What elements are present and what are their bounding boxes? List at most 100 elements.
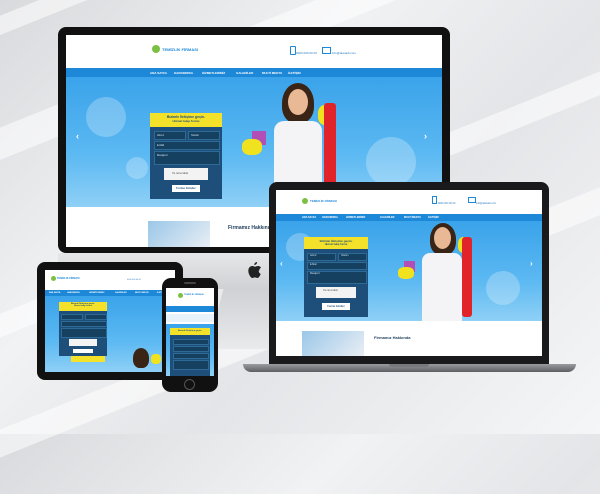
- mobile-menu-bar[interactable]: [166, 306, 214, 312]
- phone-icon: [432, 196, 437, 204]
- slider-prev-arrow[interactable]: ‹: [76, 131, 79, 141]
- glove-image: [242, 139, 262, 155]
- logo-icon: [152, 45, 160, 53]
- message-field[interactable]: Mesajınız: [307, 271, 367, 284]
- nav-item-home[interactable]: ANA SAYFA: [150, 71, 167, 75]
- site-header: TEMİZLİK FİRMASI: [166, 288, 214, 304]
- contact-form: Bizimle İletişime geçin. Hizmet talep fo…: [59, 302, 107, 356]
- site-logo[interactable]: TEMİZLİK FİRMASI: [57, 277, 80, 280]
- nav-item-services[interactable]: HİZMETLERİMİZ: [89, 292, 104, 294]
- nav-item-services[interactable]: HİZMETLERİMİZ: [202, 71, 225, 75]
- nav-item-about[interactable]: HAKKIMIZDA: [67, 292, 80, 294]
- laptop-notch: [389, 364, 429, 367]
- slider-prev-arrow[interactable]: ‹: [280, 259, 283, 268]
- nav-item-home[interactable]: ANA SAYFA: [49, 292, 60, 294]
- nav-item-contact[interactable]: İLETİŞİM: [428, 216, 439, 219]
- envelope-icon: [322, 47, 331, 54]
- contact-form: Bizimle İletişime geçin. Hizmet talep fo…: [304, 237, 368, 317]
- phone-field[interactable]: [173, 346, 209, 352]
- header-phone[interactable]: 0000 000 00 00: [127, 279, 141, 281]
- about-section: Firmamız Hakkında: [276, 321, 542, 356]
- header-email[interactable]: info@alanadi.com: [332, 51, 356, 55]
- nav-item-gallery[interactable]: GALERİLER: [115, 292, 127, 294]
- hero-slider: ‹ › Bizimle İletişime geçin. Hizmet tale…: [276, 221, 542, 321]
- phone-home-button[interactable]: [184, 379, 195, 390]
- slider-next-arrow[interactable]: ›: [424, 131, 427, 141]
- email-field[interactable]: E-Mail: [307, 262, 367, 270]
- name-field[interactable]: Adınız: [154, 131, 186, 140]
- bottle-image: [462, 237, 472, 317]
- nav-item-contact[interactable]: İLETİŞİM: [288, 71, 301, 75]
- site-logo[interactable]: TEMİZLİK FİRMASI: [162, 47, 198, 52]
- name-field[interactable]: [173, 339, 209, 345]
- header-email[interactable]: info@alanadi.com: [476, 202, 496, 205]
- submit-button[interactable]: [73, 349, 93, 353]
- nav-item-about[interactable]: HAKKIMIZDA: [322, 216, 338, 219]
- glove-image: [151, 354, 161, 364]
- mobile-info-bar: [166, 314, 214, 322]
- model-hair: [133, 348, 149, 368]
- contact-form: Bizimle İletişime geçin. Hizmet talep fo…: [150, 113, 222, 199]
- site-logo[interactable]: TEMİZLİK FİRMASI: [184, 294, 204, 296]
- header-phone[interactable]: 0000 000 00 00: [438, 202, 455, 205]
- form-header: Bizimle İletişime geçin. Hizmet talep fo…: [150, 113, 222, 127]
- header-phone[interactable]: 0000 000 00 00: [296, 51, 317, 55]
- name-field[interactable]: Adınız: [307, 253, 336, 261]
- form-subtitle: Hizmet talep formu: [73, 305, 92, 307]
- message-field[interactable]: Mesajınız: [154, 151, 220, 165]
- slider-next-arrow[interactable]: ›: [530, 259, 533, 268]
- about-title: Firmamız Hakkında: [374, 335, 411, 340]
- email-field[interactable]: [61, 321, 107, 327]
- model-face: [434, 227, 451, 249]
- hero-slider: Bizimle İletişime geçin.: [166, 324, 214, 376]
- form-title: Bizimle İletişime geçin.: [178, 330, 202, 332]
- phone-field[interactable]: Telefon: [188, 131, 220, 140]
- nav-item-media[interactable]: MULTİ MEDYA: [135, 292, 149, 294]
- name-field[interactable]: [61, 314, 83, 320]
- site-logo[interactable]: TEMİZLİK FİRMASI: [310, 199, 337, 203]
- nav-item-media[interactable]: MULTİ MEDYA: [404, 216, 421, 219]
- main-nav: ANA SAYFA HAKKIMIZDA HİZMETLERİMİZ GALER…: [276, 214, 542, 221]
- form-subtitle: Hizmet talep formu: [172, 119, 200, 123]
- captcha-box[interactable]: I'm not a robot: [164, 168, 208, 180]
- contact-form: [170, 335, 210, 376]
- laptop-device: TEMİZLİK FİRMASI 0000 000 00 00 info@ala…: [243, 182, 576, 372]
- submit-button[interactable]: Formu Gönder: [172, 185, 200, 192]
- email-field[interactable]: E-Mail: [154, 141, 220, 150]
- bubble: [486, 271, 520, 305]
- nav-item-services[interactable]: HİZMETLERİMİZ: [346, 216, 365, 219]
- glove-image: [398, 267, 414, 279]
- nav-item-media[interactable]: MULTİ MEDYA: [262, 71, 282, 75]
- hero-slider: Bizimle İletişime geçin. Hizmet talep fo…: [45, 296, 175, 372]
- phone-speaker: [184, 282, 196, 284]
- nav-item-gallery[interactable]: GALERİLER: [236, 71, 253, 75]
- laptop-screen: TEMİZLİK FİRMASI 0000 000 00 00 info@ala…: [276, 190, 542, 356]
- tablet-screen: TEMİZLİK FİRMASI 0000 000 00 00 ANA SAYF…: [45, 270, 175, 372]
- phone-field[interactable]: Telefon: [338, 253, 367, 261]
- nav-item-gallery[interactable]: GALERİLER: [380, 216, 394, 219]
- bubble: [86, 97, 126, 137]
- phone-screen: TEMİZLİK FİRMASI Bizimle İletişime geçin…: [166, 288, 214, 376]
- nav-item-home[interactable]: ANA SAYFA: [302, 216, 316, 219]
- main-nav: ANA SAYFA HAKKIMIZDA HİZMETLERİMİZ GALER…: [66, 68, 442, 77]
- bubble: [366, 137, 416, 187]
- message-field[interactable]: [173, 360, 209, 370]
- bubble: [126, 157, 148, 179]
- phone-device: TEMİZLİK FİRMASI Bizimle İletişime geçin…: [162, 278, 218, 392]
- about-image: [148, 221, 210, 247]
- nav-item-about[interactable]: HAKKIMIZDA: [174, 71, 193, 75]
- form-header: Bizimle İletişime geçin. Hizmet talep fo…: [304, 237, 368, 249]
- site-header: TEMİZLİK FİRMASI 0000 000 00 00 info@ala…: [276, 190, 542, 212]
- model-apron: [422, 253, 462, 321]
- captcha-box[interactable]: I'm not a robot: [316, 287, 356, 298]
- phone-field[interactable]: [85, 314, 107, 320]
- email-field[interactable]: [173, 353, 209, 359]
- logo-icon: [302, 198, 308, 204]
- form-header: Bizimle İletişime geçin.: [170, 328, 210, 335]
- message-field[interactable]: [61, 328, 107, 338]
- captcha-box[interactable]: [69, 339, 97, 346]
- site-header: TEMİZLİK FİRMASI 0000 000 00 00: [45, 270, 175, 288]
- submit-button[interactable]: Formu Gönder: [322, 303, 350, 310]
- envelope-icon: [468, 197, 476, 203]
- form-header: Bizimle İletişime geçin. Hizmet talep fo…: [59, 302, 107, 311]
